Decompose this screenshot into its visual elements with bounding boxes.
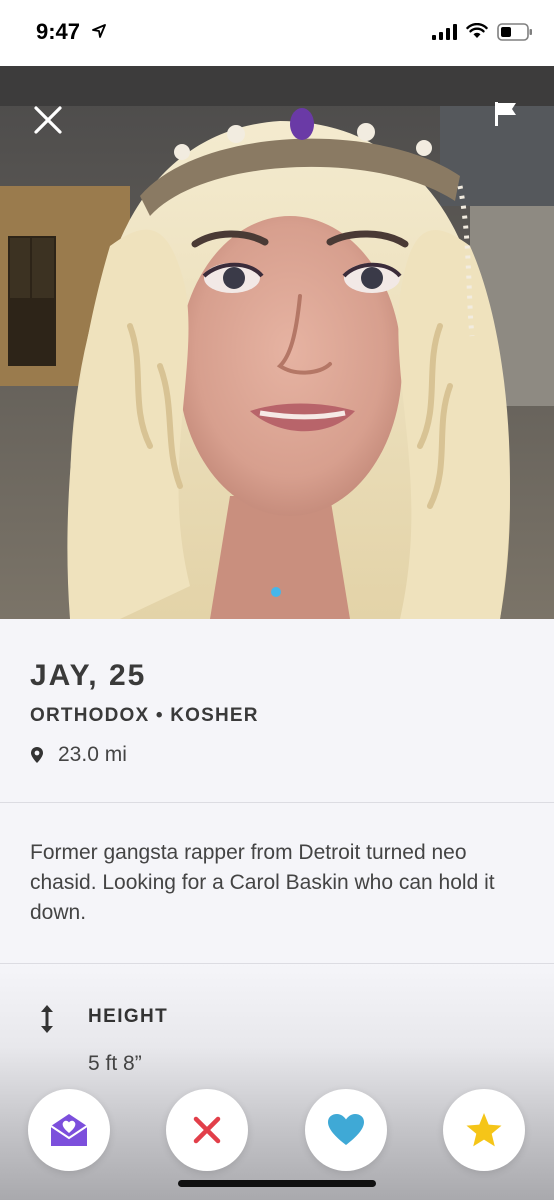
height-value: 5 ft 8” [88,1052,142,1075]
heart-icon [328,1114,364,1145]
message-button[interactable] [28,1089,110,1171]
wifi-icon [466,23,488,38]
status-time: 9:47 [36,19,81,44]
profile-bio: Former gangsta rapper from Detroit turne… [30,841,495,924]
battery-icon [497,23,532,41]
status-bar: 9:47 [0,0,554,66]
profile-photo-image [0,66,554,619]
profile-info: JAY, 25 ORTHODOX • KOSHER 23.0 mi [0,619,554,803]
like-button[interactable] [305,1089,387,1171]
cellular-signal-icon [432,24,457,40]
height-label: HEIGHT [88,1006,169,1027]
x-icon [193,1116,221,1144]
super-like-button[interactable] [443,1089,525,1171]
close-icon[interactable] [30,102,66,138]
pass-button[interactable] [166,1089,248,1171]
profile-name-age: JAY, 25 [30,659,147,692]
distance-row: 23.0 mi [30,743,127,767]
star-icon [466,1113,502,1147]
home-indicator[interactable] [178,1180,376,1187]
location-pin-icon [31,747,43,763]
profile-photo[interactable] [0,66,554,619]
divider [0,802,554,803]
flag-icon[interactable] [492,100,520,128]
location-arrow-icon [92,24,106,38]
profile-tags: ORTHODOX • KOSHER [30,705,259,726]
distance-text: 23.0 mi [58,743,127,766]
envelope-heart-icon [50,1114,88,1146]
photo-page-indicator [271,587,281,597]
height-arrows-icon [41,1005,53,1033]
